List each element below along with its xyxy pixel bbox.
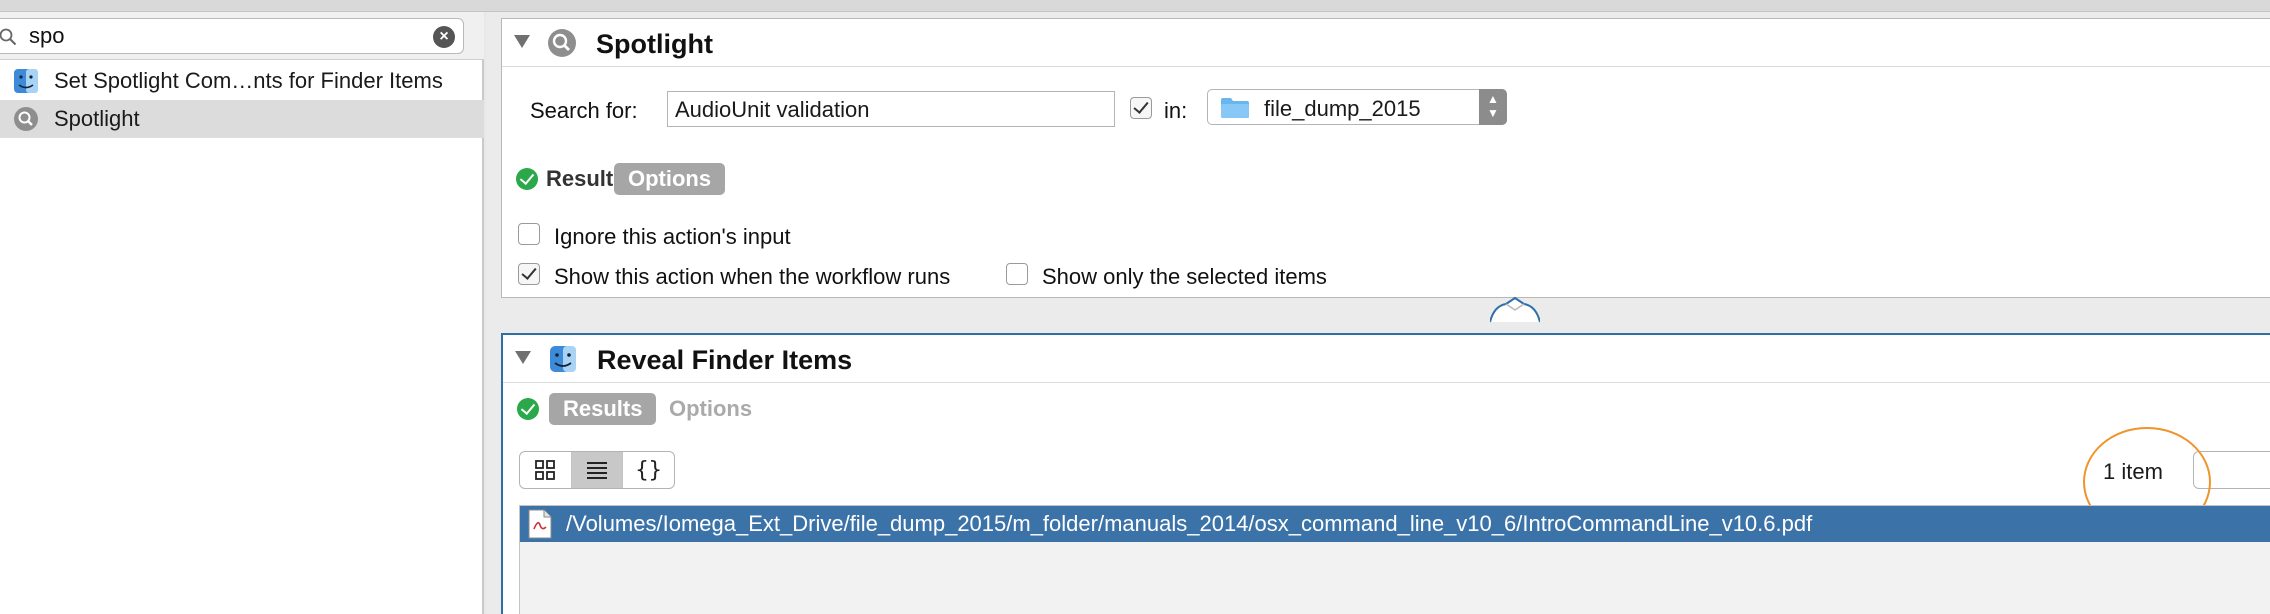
show-only-selected-label: Show only the selected items <box>1042 264 1327 289</box>
show-when-runs-label: Show this action when the workflow runs <box>554 264 951 289</box>
library-item-spotlight[interactable]: Spotlight <box>0 100 484 138</box>
show-only-selected-checkbox[interactable] <box>1006 263 1028 285</box>
pdf-file-icon <box>528 509 552 539</box>
disclosure-triangle-icon[interactable] <box>514 35 530 48</box>
list-icon <box>587 462 607 479</box>
grid-icon <box>535 460 556 480</box>
action-header: Spotlight <box>502 19 2270 67</box>
action-title: Spotlight <box>596 29 713 59</box>
finder-icon <box>14 69 38 93</box>
folder-icon <box>1221 98 1249 118</box>
action-connector-icon <box>1490 296 1540 323</box>
in-label: in: <box>1164 98 1188 123</box>
results-list[interactable]: /Volumes/Iomega_Ext_Drive/file_dump_2015… <box>519 505 2270 614</box>
view-mode-toggle[interactable]: {} <box>519 451 675 489</box>
action-header: Reveal Finder Items <box>503 335 2270 383</box>
library-pane: × Set Spotlight Com…nts for Finder Items… <box>0 12 484 614</box>
disclosure-triangle-icon[interactable] <box>515 351 531 364</box>
ignore-input-checkbox[interactable] <box>518 223 540 245</box>
finder-icon <box>550 346 576 372</box>
library-item-label: Spotlight <box>54 106 140 131</box>
json-view-button[interactable]: {} <box>623 452 674 488</box>
workflow-area: Spotlight Search for: AudioUnit validati… <box>486 12 2270 614</box>
list-item[interactable]: /Volumes/Iomega_Ext_Drive/file_dump_2015… <box>520 506 2270 542</box>
library-search-input[interactable] <box>29 23 409 49</box>
spotlight-icon <box>14 107 38 131</box>
tab-options[interactable]: Options <box>655 393 766 425</box>
library-search-box[interactable]: × <box>0 18 464 54</box>
window-top-strip <box>0 0 2270 12</box>
icon-view-button[interactable] <box>520 452 572 488</box>
search-for-label: Search for: <box>530 98 638 123</box>
show-when-runs-checkbox[interactable] <box>518 263 540 285</box>
tab-options[interactable]: Options <box>614 163 726 195</box>
library-item-set-spotlight-comments[interactable]: Set Spotlight Com…nts for Finder Items <box>0 62 484 100</box>
action-reveal-finder-items: Reveal Finder Items Results Options {} 1… <box>501 333 2270 614</box>
status-ok-icon <box>517 398 539 420</box>
ignore-input-label: Ignore this action's input <box>554 224 791 249</box>
search-icon <box>0 28 17 46</box>
tab-results[interactable]: Results <box>549 393 657 425</box>
popup-stepper-icon[interactable]: ▲ ▼ <box>1479 89 1507 125</box>
clear-search-icon[interactable]: × <box>433 26 455 48</box>
in-checkbox[interactable] <box>1130 97 1152 119</box>
location-popup[interactable]: file_dump_2015 ▲ ▼ <box>1207 89 1507 125</box>
library-search-row: × <box>0 12 484 60</box>
search-for-field[interactable]: AudioUnit validation <box>667 91 1115 127</box>
spotlight-icon <box>548 29 576 57</box>
action-title: Reveal Finder Items <box>597 345 853 375</box>
result-path: /Volumes/Iomega_Ext_Drive/file_dump_2015… <box>566 511 1813 536</box>
library-item-label: Set Spotlight Com…nts for Finder Items <box>54 68 443 93</box>
location-value: file_dump_2015 <box>1264 96 1421 121</box>
action-spotlight: Spotlight Search for: AudioUnit validati… <box>501 18 2270 298</box>
list-view-button[interactable] <box>571 452 624 488</box>
